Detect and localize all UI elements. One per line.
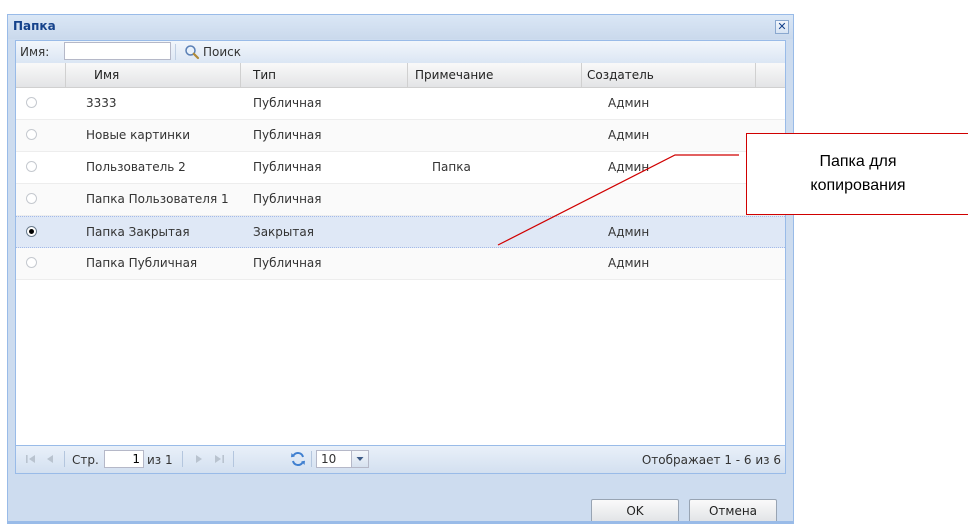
- annotation-callout: Папка для копирования: [746, 133, 968, 215]
- row-radio[interactable]: [26, 193, 37, 204]
- search-toolbar: Имя: Поиск: [16, 41, 785, 64]
- header-note[interactable]: Примечание: [408, 63, 582, 87]
- callout-line-1: Папка для: [819, 153, 897, 170]
- callout-line-2: копирования: [810, 177, 906, 194]
- close-button[interactable]: ✕: [775, 20, 789, 34]
- cell-note: Папка: [432, 160, 471, 174]
- page-size-select[interactable]: 10: [316, 450, 369, 468]
- last-page-icon[interactable]: [212, 452, 226, 466]
- cell-type: Публичная: [253, 96, 322, 110]
- cell-name: Новые картинки: [86, 128, 191, 142]
- table-row[interactable]: Папка Пользователя 1 Публичная: [16, 184, 785, 216]
- grid-header: Имя Тип Примечание Создатель: [16, 63, 785, 88]
- first-page-icon[interactable]: [24, 452, 38, 466]
- chevron-down-icon[interactable]: [351, 451, 368, 467]
- cancel-button[interactable]: Отмена: [689, 499, 777, 523]
- magnifier-icon: [184, 44, 200, 60]
- cell-type: Публичная: [253, 128, 322, 142]
- cell-name: Папка Пользователя 1: [86, 192, 229, 206]
- cell-name: Пользователь 2: [86, 160, 186, 174]
- cell-type: Публичная: [253, 256, 322, 270]
- header-radio-column: [16, 63, 66, 87]
- cell-name: 3333: [86, 96, 117, 110]
- search-button[interactable]: Поиск: [184, 43, 241, 61]
- page-number-input[interactable]: [104, 450, 144, 468]
- folder-dialog: Папка ✕ Имя: Поиск Имя Тип Примечание Со…: [7, 14, 794, 524]
- table-row[interactable]: Пользователь 2 Публичная Папка Админ: [16, 152, 785, 184]
- search-input[interactable]: [64, 42, 171, 60]
- paging-separator: [233, 451, 234, 467]
- cell-type: Публичная: [253, 160, 322, 174]
- row-radio-checked[interactable]: [26, 226, 37, 237]
- next-page-icon[interactable]: [192, 452, 206, 466]
- cell-name: Папка Закрытая: [86, 225, 190, 239]
- cell-creator: Админ: [608, 256, 650, 270]
- table-row-selected[interactable]: Папка Закрытая Закрытая Админ: [16, 216, 785, 248]
- paging-display-info: Отображает 1 - 6 из 6: [641, 453, 781, 467]
- paging-separator: [182, 451, 183, 467]
- row-radio[interactable]: [26, 257, 37, 268]
- dialog-title: Папка: [13, 19, 56, 33]
- row-radio[interactable]: [26, 97, 37, 108]
- dialog-body: Имя: Поиск Имя Тип Примечание Создатель: [15, 40, 786, 474]
- cell-type: Публичная: [253, 192, 322, 206]
- grid-body: 3333 Публичная Админ Новые картинки Публ…: [16, 88, 785, 280]
- header-type[interactable]: Тип: [241, 63, 408, 87]
- search-button-label: Поиск: [203, 45, 242, 59]
- callout-text: Папка для копирования: [747, 150, 968, 198]
- row-radio[interactable]: [26, 161, 37, 172]
- header-name[interactable]: Имя: [66, 63, 241, 87]
- ok-button[interactable]: OK: [591, 499, 679, 523]
- table-row[interactable]: 3333 Публичная Админ: [16, 88, 785, 120]
- toolbar-separator: [175, 44, 176, 60]
- search-label: Имя:: [20, 45, 50, 59]
- table-row[interactable]: Папка Публичная Публичная Админ: [16, 248, 785, 280]
- cell-creator: Админ: [608, 160, 650, 174]
- cell-type: Закрытая: [253, 225, 314, 239]
- paging-separator: [64, 451, 65, 467]
- row-radio[interactable]: [26, 129, 37, 140]
- paging-separator: [311, 451, 312, 467]
- refresh-icon[interactable]: [290, 451, 306, 467]
- header-creator[interactable]: Создатель: [582, 63, 756, 87]
- dialog-titlebar[interactable]: Папка ✕: [8, 15, 793, 39]
- cell-creator: Админ: [608, 128, 650, 142]
- paging-toolbar: Стр. из 1 10: [16, 445, 785, 473]
- header-filler: [756, 63, 785, 87]
- cell-creator: Админ: [608, 96, 650, 110]
- page-count-label: из 1: [147, 453, 173, 467]
- page-label: Стр.: [72, 453, 99, 467]
- cell-name: Папка Публичная: [86, 256, 198, 270]
- page-size-value: 10: [321, 452, 337, 466]
- cell-creator: Админ: [608, 225, 650, 239]
- table-row[interactable]: Новые картинки Публичная Админ: [16, 120, 785, 152]
- prev-page-icon[interactable]: [43, 452, 57, 466]
